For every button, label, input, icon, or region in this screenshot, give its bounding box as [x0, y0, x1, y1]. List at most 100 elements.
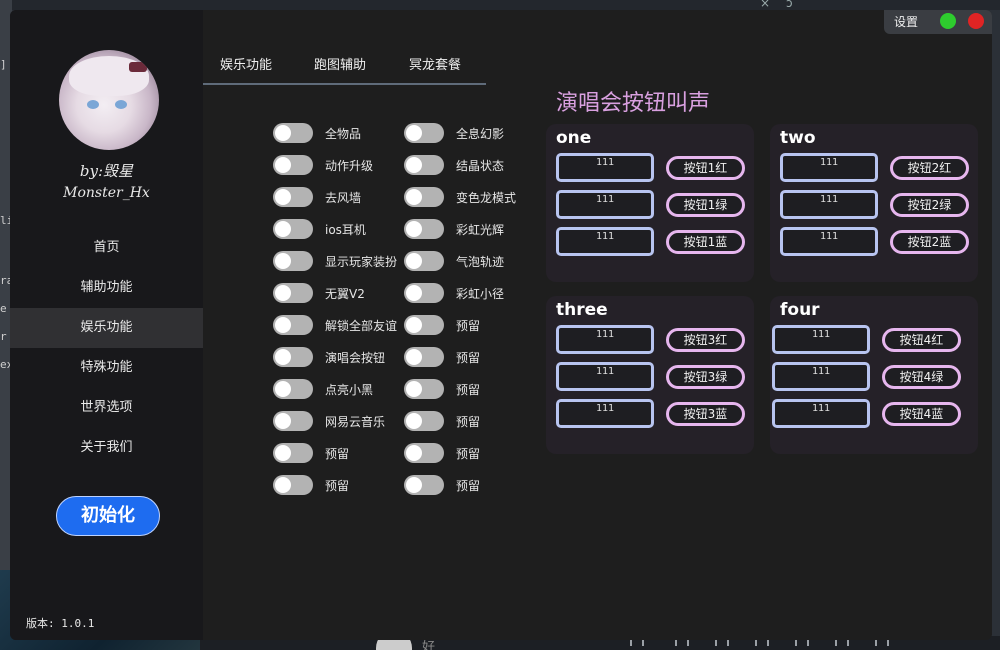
toggle-row: 动作升级 [273, 155, 373, 175]
toggle-row: 预留 [404, 443, 480, 463]
version-label: 版本: 1.0.1 [26, 617, 95, 630]
toggle-switch[interactable] [273, 187, 313, 207]
toggle-row: 预留 [404, 411, 480, 431]
toggle-switch[interactable] [404, 123, 444, 143]
toggle-knob [406, 285, 422, 301]
tab-bar: 娱乐功能 跑图辅助 冥龙套餐 [203, 40, 486, 85]
toggle-switch[interactable] [404, 379, 444, 399]
window-controls: 设置 [884, 10, 992, 34]
sound-input[interactable]: 111 [780, 227, 878, 256]
toggle-label: 变色龙模式 [456, 190, 517, 205]
toggle-knob [406, 477, 422, 493]
toggle-switch[interactable] [273, 315, 313, 335]
sound-input[interactable]: 111 [556, 190, 654, 219]
toggle-switch[interactable] [273, 443, 313, 463]
settings-button[interactable]: 设置 [894, 13, 918, 30]
toggle-row: 预留 [273, 443, 349, 463]
toggle-switch[interactable] [273, 123, 313, 143]
toggle-switch[interactable] [404, 251, 444, 271]
toggle-switch[interactable] [404, 475, 444, 495]
sound-button[interactable]: 按钮4绿 [882, 365, 961, 389]
minimize-button[interactable] [940, 13, 956, 29]
sound-button[interactable]: 按钮4红 [882, 328, 961, 352]
sound-input[interactable]: 111 [772, 399, 870, 428]
toggle-label: 全物品 [325, 126, 362, 141]
sound-input[interactable]: 111 [780, 190, 878, 219]
sidebar-item-about[interactable]: 关于我们 [10, 428, 203, 468]
toggle-switch[interactable] [404, 187, 444, 207]
author-by: by:毁星 [79, 162, 134, 180]
toggle-row: 预留 [404, 379, 480, 399]
toggle-knob [406, 381, 422, 397]
concert-card: three 111 按钮3红 111 按钮3绿 111 按钮3蓝 [546, 296, 754, 454]
toggle-row: 变色龙模式 [404, 187, 516, 207]
toggle-switch[interactable] [404, 315, 444, 335]
sound-input[interactable]: 111 [780, 153, 878, 182]
toggle-knob [275, 253, 291, 269]
toggle-knob [406, 413, 422, 429]
toggle-switch[interactable] [404, 347, 444, 367]
author-name: Monster_Hx [63, 185, 150, 201]
sidebar-item-special[interactable]: 特殊功能 [10, 348, 203, 388]
tab-dragon-pack[interactable]: 冥龙套餐 [409, 54, 461, 73]
toggle-switch[interactable] [273, 347, 313, 367]
toggle-switch[interactable] [404, 283, 444, 303]
toggle-label: 预留 [456, 350, 481, 365]
sound-button[interactable]: 按钮1红 [666, 156, 745, 180]
sound-button[interactable]: 按钮2蓝 [890, 230, 969, 254]
avatar [59, 50, 159, 150]
toggle-row: 结晶状态 [404, 155, 504, 175]
sound-input[interactable]: 111 [556, 227, 654, 256]
toggle-switch[interactable] [404, 443, 444, 463]
sound-input[interactable]: 111 [556, 325, 654, 354]
card-title: two [780, 128, 816, 148]
tab-entertainment[interactable]: 娱乐功能 [220, 54, 272, 73]
toggle-label: 预留 [456, 318, 481, 333]
toggle-knob [406, 157, 422, 173]
sound-button[interactable]: 按钮4蓝 [882, 402, 961, 426]
close-button[interactable] [968, 13, 984, 29]
toggle-knob [275, 221, 291, 237]
toggle-knob [275, 157, 291, 173]
toggle-switch[interactable] [273, 283, 313, 303]
toggle-switch[interactable] [273, 155, 313, 175]
toggle-switch[interactable] [404, 155, 444, 175]
toggle-label: 动作升级 [325, 158, 374, 173]
sound-button[interactable]: 按钮3绿 [666, 365, 745, 389]
toggle-label: 预留 [456, 478, 481, 493]
sidebar-item-assist[interactable]: 辅助功能 [10, 268, 203, 308]
toggle-switch[interactable] [273, 251, 313, 271]
init-button[interactable]: 初始化 [56, 496, 160, 536]
concert-card: one 111 按钮1红 111 按钮1绿 111 按钮1蓝 [546, 124, 754, 282]
sound-input[interactable]: 111 [556, 153, 654, 182]
sound-input[interactable]: 111 [772, 325, 870, 354]
toggle-switch[interactable] [404, 219, 444, 239]
sound-input[interactable]: 111 [556, 362, 654, 391]
sound-button[interactable]: 按钮2红 [890, 156, 969, 180]
sound-button[interactable]: 按钮3红 [666, 328, 745, 352]
toggle-label: 预留 [456, 446, 481, 461]
toggle-switch[interactable] [273, 411, 313, 431]
toggle-switch[interactable] [273, 379, 313, 399]
sound-input[interactable]: 111 [556, 399, 654, 428]
sound-button[interactable]: 按钮3蓝 [666, 402, 745, 426]
toggle-label: 气泡轨迹 [456, 254, 505, 269]
sidebar-item-world[interactable]: 世界选项 [10, 388, 203, 428]
toggle-knob [275, 477, 291, 493]
sound-button[interactable]: 按钮1绿 [666, 193, 745, 217]
avatar-eye [115, 100, 127, 109]
toggle-switch[interactable] [273, 475, 313, 495]
desktop-top-strip: × ↄ [0, 0, 1000, 10]
sound-button[interactable]: 按钮1蓝 [666, 230, 745, 254]
toggle-switch[interactable] [404, 411, 444, 431]
toggle-label: 预留 [325, 446, 350, 461]
sidebar-item-home[interactable]: 首页 [10, 228, 203, 268]
toggle-switch[interactable] [273, 219, 313, 239]
sound-button[interactable]: 按钮2绿 [890, 193, 969, 217]
sidebar-item-entertainment[interactable]: 娱乐功能 [10, 308, 203, 348]
tab-run-assist[interactable]: 跑图辅助 [314, 54, 366, 73]
card-title: one [556, 128, 592, 148]
toggle-row: 演唱会按钮 [273, 347, 385, 367]
sound-input[interactable]: 111 [772, 362, 870, 391]
toggle-row: 预留 [273, 475, 349, 495]
